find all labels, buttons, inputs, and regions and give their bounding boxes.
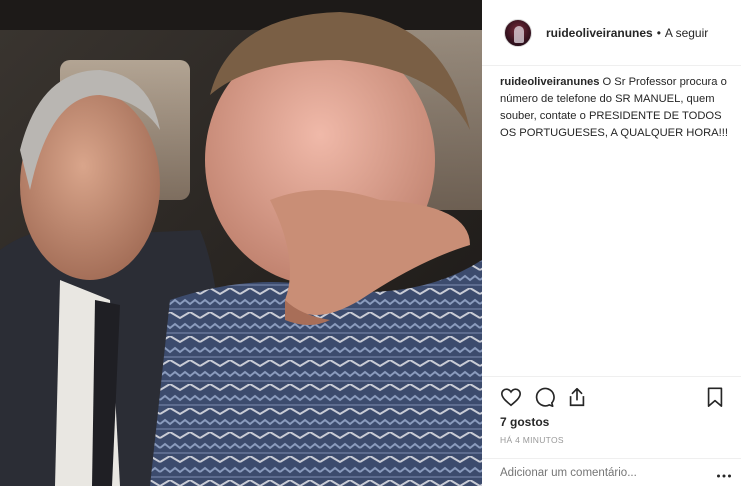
username-link[interactable]: ruideoliveiranunes xyxy=(546,26,653,40)
bookmark-icon[interactable] xyxy=(704,386,726,408)
share-upload-icon[interactable] xyxy=(566,386,588,408)
avatar[interactable] xyxy=(504,18,532,47)
action-icon-row xyxy=(500,386,726,408)
photo-illustration xyxy=(0,0,482,486)
separator-dot: • xyxy=(656,25,661,40)
likes-count[interactable]: 7 gostos xyxy=(500,415,549,429)
caption-username[interactable]: ruideoliveiranunes xyxy=(500,76,599,88)
post-photo[interactable] xyxy=(0,0,482,486)
comment-bar xyxy=(482,458,741,486)
comment-input[interactable] xyxy=(500,466,690,479)
post-actions: 7 gostos HÁ 4 MINUTOS xyxy=(482,376,741,456)
post-side-panel: ruideoliveiranunes • A seguir ruideolive… xyxy=(482,0,741,486)
post-header: ruideoliveiranunes • A seguir xyxy=(482,0,741,66)
comment-bubble-icon[interactable] xyxy=(533,386,555,408)
more-options-icon[interactable] xyxy=(716,468,732,478)
follow-button[interactable]: A seguir xyxy=(665,26,708,40)
heart-icon[interactable] xyxy=(500,386,522,408)
post-timestamp[interactable]: HÁ 4 MINUTOS xyxy=(500,435,564,445)
post-caption: ruideoliveiranunes O Sr Professor procura… xyxy=(500,74,732,142)
